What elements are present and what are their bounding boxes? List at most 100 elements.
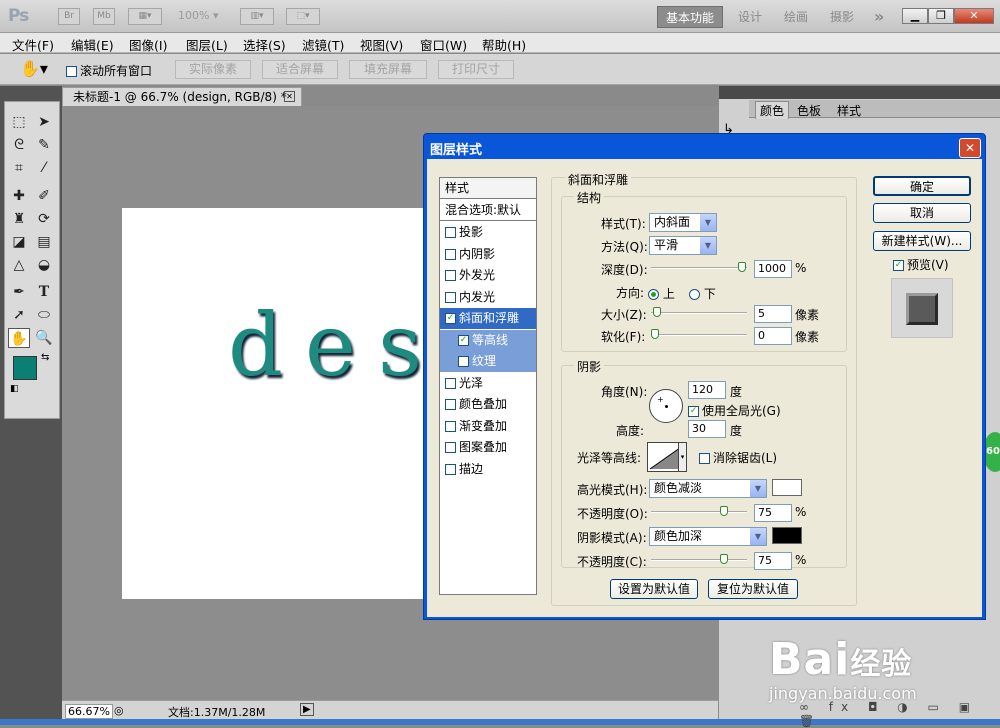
- soften-slider-track[interactable]: [651, 334, 747, 336]
- style-checkbox[interactable]: ✓: [445, 313, 456, 324]
- zoom-tool-icon[interactable]: 🔍: [33, 328, 55, 348]
- style-checkbox[interactable]: [445, 442, 456, 453]
- cancel-button[interactable]: 取消: [873, 203, 971, 223]
- style-list-item[interactable]: 样式: [440, 178, 536, 199]
- size-input[interactable]: 5: [754, 305, 792, 323]
- reset-default-button[interactable]: 复位为默认值: [708, 579, 798, 599]
- direction-down-radio[interactable]: 下: [689, 285, 716, 302]
- soften-slider-thumb[interactable]: [651, 329, 659, 339]
- stamp-tool-icon[interactable]: ♜: [8, 209, 30, 229]
- layer-panel-buttons[interactable]: ∞ fx ◘ ◑ ▭ ▣ 🗑: [799, 700, 1000, 728]
- workspace-essentials[interactable]: 基本功能: [657, 6, 724, 28]
- close-app-icon[interactable]: ✕: [954, 8, 994, 24]
- path-select-tool-icon[interactable]: ➚: [8, 305, 30, 325]
- menu-window[interactable]: 窗口(W): [420, 35, 467, 54]
- style-list-item[interactable]: 描边: [440, 459, 536, 480]
- style-checkbox[interactable]: ✓: [458, 334, 469, 346]
- style-list-item[interactable]: 纹理: [440, 351, 536, 372]
- angle-input[interactable]: 120: [688, 381, 726, 399]
- size-slider-track[interactable]: [651, 312, 747, 314]
- shadow-opacity-track[interactable]: [651, 559, 747, 561]
- style-checkbox[interactable]: [445, 463, 456, 475]
- menu-edit[interactable]: 编辑(E): [71, 35, 114, 54]
- highlight-opacity-track[interactable]: [651, 511, 747, 513]
- menu-file[interactable]: 文件(F): [12, 35, 54, 54]
- lasso-tool-icon[interactable]: ᘓ: [8, 135, 30, 155]
- style-list-item[interactable]: 内发光: [440, 287, 536, 308]
- style-list-item[interactable]: 内阴影: [440, 244, 536, 265]
- crop-tool-icon[interactable]: ⌗: [8, 158, 30, 178]
- document-canvas[interactable]: [122, 208, 427, 599]
- style-list-item[interactable]: 外发光: [440, 265, 536, 286]
- size-slider-thumb[interactable]: [652, 307, 661, 317]
- tab-styles[interactable]: 样式: [837, 102, 861, 119]
- eyedropper-tool-icon[interactable]: ⁄: [33, 158, 55, 178]
- close-tab-icon[interactable]: ✕: [284, 91, 295, 102]
- style-list-item[interactable]: 光泽: [440, 373, 536, 394]
- style-list-item[interactable]: 投影: [440, 222, 536, 243]
- history-brush-icon[interactable]: ⟳: [33, 209, 55, 229]
- shape-tool-icon[interactable]: ⬭: [33, 305, 55, 325]
- depth-input[interactable]: 1000: [754, 260, 792, 278]
- menu-layer[interactable]: 图层(L): [186, 35, 228, 54]
- bridge-button[interactable]: Br: [58, 8, 80, 25]
- highlight-opacity-input[interactable]: 75: [754, 504, 792, 522]
- gloss-contour-picker[interactable]: ▾: [647, 442, 687, 472]
- workspace-design[interactable]: 设计: [730, 6, 770, 28]
- workspace-photography[interactable]: 摄影: [822, 6, 862, 28]
- make-default-button[interactable]: 设置为默认值: [610, 579, 698, 599]
- style-list-item[interactable]: 颜色叠加: [440, 394, 536, 415]
- menu-help[interactable]: 帮助(H): [482, 35, 526, 54]
- arrange-documents-icon[interactable]: ▥▾: [240, 8, 274, 25]
- style-checkbox[interactable]: [445, 227, 456, 238]
- status-menu-arrow-icon[interactable]: ▶: [300, 703, 314, 716]
- actual-pixels-button[interactable]: 实际像素: [175, 60, 251, 79]
- preview-checkbox[interactable]: ✓ 预览(V): [893, 256, 949, 273]
- style-checkbox[interactable]: [445, 377, 456, 389]
- document-tab[interactable]: 未标题-1 @ 66.7% (design, RGB/8) * ✕: [62, 87, 302, 106]
- view-extras-icon[interactable]: ▦▾: [128, 8, 162, 25]
- style-list-item[interactable]: 渐变叠加: [440, 416, 536, 437]
- default-colors-icon[interactable]: ◧: [10, 384, 19, 394]
- style-checkbox[interactable]: [445, 399, 456, 410]
- shadow-color-swatch[interactable]: [772, 527, 802, 544]
- marquee-tool-icon[interactable]: ⬚: [8, 112, 30, 132]
- quick-select-tool-icon[interactable]: ✎: [33, 135, 55, 155]
- technique-select[interactable]: 平滑 ▼: [649, 236, 717, 255]
- highlight-mode-select[interactable]: 颜色减淡 ▼: [649, 479, 767, 498]
- scroll-all-windows-checkbox[interactable]: 滚动所有窗口: [66, 62, 152, 79]
- menu-select[interactable]: 选择(S): [243, 35, 286, 54]
- style-checkbox[interactable]: [445, 291, 456, 303]
- style-checkbox[interactable]: [458, 356, 469, 367]
- bevel-style-select[interactable]: 内斜面 ▼: [649, 213, 717, 232]
- menu-filter[interactable]: 滤镜(T): [302, 35, 344, 54]
- anti-aliased-checkbox[interactable]: 消除锯齿(L): [699, 449, 777, 466]
- style-checkbox[interactable]: [445, 420, 456, 432]
- highlight-color-swatch[interactable]: [772, 479, 802, 496]
- style-list-item[interactable]: ✓ 等高线: [440, 329, 536, 351]
- direction-up-radio[interactable]: 上: [648, 285, 675, 302]
- healing-brush-icon[interactable]: ✚: [8, 186, 30, 206]
- shadow-mode-select[interactable]: 颜色加深 ▼: [649, 527, 767, 546]
- zoom-field[interactable]: 66.67%: [65, 704, 113, 719]
- style-checkbox[interactable]: [445, 248, 456, 260]
- new-style-button[interactable]: 新建样式(W)...: [873, 231, 971, 251]
- hand-tool-icon[interactable]: ✋▾: [20, 59, 48, 78]
- print-size-button[interactable]: 打印尺寸: [438, 60, 514, 79]
- soften-input[interactable]: 0: [754, 327, 792, 345]
- style-list-item[interactable]: ✓ 斜面和浮雕: [440, 308, 536, 329]
- fit-screen-button[interactable]: 适合屏幕: [262, 60, 338, 79]
- gradient-tool-icon[interactable]: ▤: [33, 232, 55, 252]
- more-workspaces-icon[interactable]: »: [866, 6, 892, 28]
- style-list-item[interactable]: 图案叠加: [440, 437, 536, 458]
- shadow-opacity-thumb[interactable]: [720, 554, 728, 564]
- tab-swatches[interactable]: 色板: [797, 102, 821, 119]
- altitude-input[interactable]: 30: [688, 420, 726, 438]
- global-light-checkbox[interactable]: ✓ 使用全局光(G): [688, 402, 781, 419]
- brush-tool-icon[interactable]: ✐: [33, 186, 55, 206]
- fill-screen-button[interactable]: 填充屏幕: [349, 60, 427, 79]
- angle-dial[interactable]: +: [649, 389, 683, 423]
- blur-tool-icon[interactable]: △: [8, 255, 30, 275]
- ok-button[interactable]: 确定: [873, 176, 971, 196]
- minimize-icon[interactable]: ▁: [902, 8, 928, 24]
